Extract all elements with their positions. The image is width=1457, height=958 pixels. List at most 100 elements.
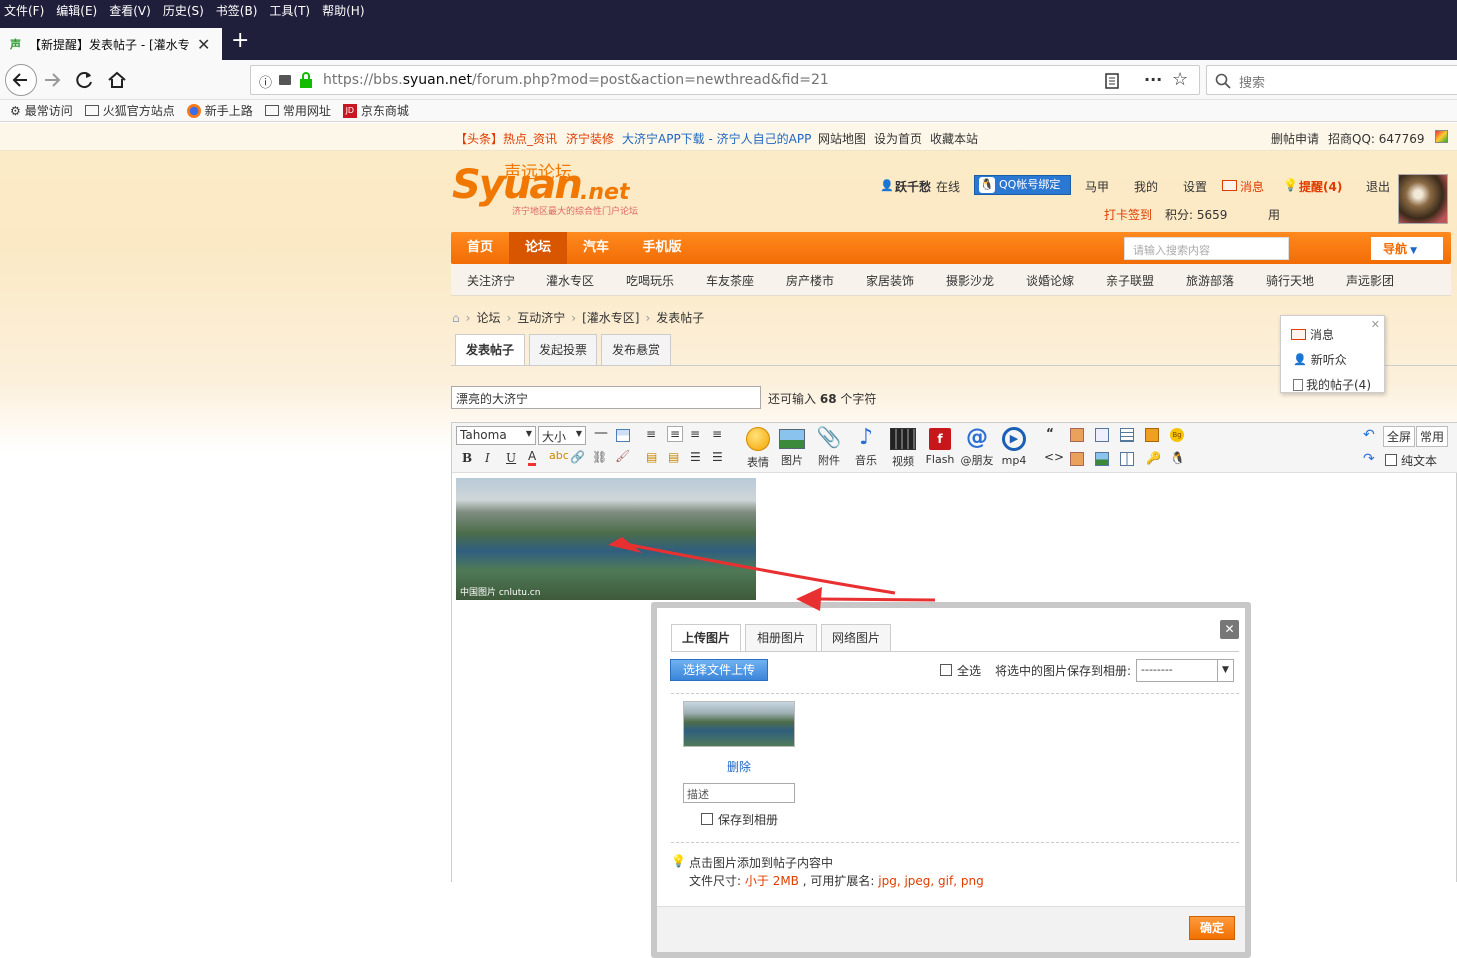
delete-link[interactable]: 删除 [727,758,751,775]
emoji-button[interactable]: 表情 [742,425,774,470]
subnav-item[interactable]: 摄影沙龙 [946,272,994,289]
undo-icon[interactable]: ↶ [1363,427,1375,443]
columns-icon[interactable] [1120,452,1134,466]
user-menu-more[interactable]: 用 [1268,206,1280,223]
mention-button[interactable]: @ @朋友 [959,425,995,468]
breadcrumb-board[interactable]: [灌水专区] [582,309,639,326]
unordered-list-icon[interactable]: ☰ [712,450,723,464]
bookmark-jd[interactable]: JD 京东商城 [342,102,409,119]
my-menu[interactable]: 我的 [1134,178,1158,195]
flash-button[interactable]: f Flash [923,425,957,466]
new-tab-icon[interactable]: + [231,30,249,52]
subnav-item[interactable]: 亲子联盟 [1106,272,1154,289]
subnav-item[interactable]: 旅游部落 [1186,272,1234,289]
bold-icon[interactable]: B [462,451,472,465]
remind-link[interactable]: 提醒(4) [1299,178,1342,195]
free-icon[interactable] [1070,428,1084,442]
avatar[interactable] [1398,174,1448,224]
menu-history[interactable]: 历史(S) [163,2,204,19]
italic-icon[interactable]: I [485,451,490,465]
subnav-item[interactable]: 声远影团 [1346,272,1394,289]
home-icon[interactable]: ⌂ [452,311,460,325]
reload-icon[interactable] [74,70,96,90]
bookmark-most-visited[interactable]: ⚙ 最常访问 [10,102,73,119]
topbar-link-sitemap[interactable]: 网站地图 [818,130,866,147]
nav-forum[interactable]: 论坛 [509,232,567,264]
align-left-icon[interactable]: ≡ [646,427,656,441]
topbar-link-favorite[interactable]: 收藏本站 [930,130,978,147]
username-link[interactable]: 跃千愁 [895,178,931,195]
subnav-item[interactable]: 灌水专区 [546,272,594,289]
size-select[interactable]: 大小 ▼ [538,426,586,445]
subnav-item[interactable]: 吃喝玩乐 [626,272,674,289]
password-icon[interactable]: 🔑 [1146,451,1161,465]
points-menu[interactable]: 积分: 5659 [1165,206,1227,223]
bookmark-common-sites[interactable]: 常用网址 [264,102,331,119]
fullscreen-button[interactable]: 全屏 [1383,426,1416,447]
topbar-link-homepage[interactable]: 设为首页 [874,130,922,147]
video-button[interactable]: 视频 [886,425,920,469]
mp4-button[interactable]: ▶ mp4 [998,425,1030,467]
back-button[interactable] [5,64,37,96]
index-icon[interactable] [1120,428,1134,442]
album-select[interactable]: -------- ▼ [1136,659,1234,682]
hide-icon[interactable] [1070,452,1084,466]
align-right-icon[interactable]: ≡ [690,427,700,441]
page-icon[interactable] [1095,428,1109,442]
breadcrumb-category[interactable]: 互动济宁 [517,309,565,326]
topbar-link-decor[interactable]: 济宁装修 [566,130,614,147]
permissions-icon[interactable] [279,75,291,85]
close-tab-icon[interactable]: ✕ [197,35,210,54]
menu-file[interactable]: 文件(F) [4,2,44,19]
topbar-link-app[interactable]: 大济宁APP下载 - 济宁人自己的APP [622,130,811,147]
tab-new-reward[interactable]: 发布悬赏 [601,334,671,366]
page-actions-icon[interactable]: ··· [1144,70,1162,89]
quick-nav-button[interactable]: 导航 ▼ [1371,237,1443,260]
quote-icon[interactable]: “ [1046,426,1054,440]
hr-icon[interactable]: — [594,425,608,441]
popup-item-messages[interactable]: 消息 [1291,326,1334,343]
table-icon[interactable] [616,429,630,442]
messages-link[interactable]: 消息 [1240,178,1264,195]
breadcrumb-forum[interactable]: 论坛 [476,309,500,326]
bookmark-getting-started[interactable]: 新手上路 [186,102,253,119]
theme-icon[interactable] [1435,130,1448,143]
close-icon[interactable]: ✕ [1220,620,1239,639]
link-icon[interactable]: 🔗 [570,450,585,464]
popup-item-followers[interactable]: 👤 新听众 [1293,351,1347,368]
nav-search-input[interactable]: 请输入搜索内容 [1124,237,1289,260]
reader-view-icon[interactable] [1105,73,1119,89]
menu-view[interactable]: 查看(V) [109,2,151,19]
menu-bookmarks[interactable]: 书签(B) [216,2,258,19]
headline-link[interactable]: 【头条】热点_资讯 [455,130,557,147]
menu-tools[interactable]: 工具(T) [269,2,310,19]
bg-icon[interactable]: Bg [1170,428,1184,442]
home-icon[interactable] [106,69,128,91]
subnav-item[interactable]: 房产楼市 [786,272,834,289]
topbar-delete-request[interactable]: 删帖申请 [1271,130,1319,147]
subnav-item[interactable]: 骑行天地 [1266,272,1314,289]
attachment-button[interactable]: 📎 附件 [813,425,845,468]
url-bar[interactable]: ⓘ https://bbs.syuan.net/forum.php?mod=po… [250,65,1200,95]
redo-icon[interactable]: ↷ [1363,451,1375,467]
bookmark-star-icon[interactable]: ☆ [1172,69,1188,90]
forward-arrow-icon[interactable] [42,70,64,90]
nav-home[interactable]: 首页 [451,232,509,264]
menu-help[interactable]: 帮助(H) [322,2,364,19]
music-button[interactable]: ♪ 音乐 [850,425,882,468]
title-input[interactable]: 漂亮的大济宁 [451,386,761,409]
ok-button[interactable]: 确定 [1189,916,1235,940]
logout-link[interactable]: 退出 [1366,178,1390,195]
subnav-item[interactable]: 关注济宁 [467,272,515,289]
site-logo[interactable]: Syuan .net 声远论坛 济宁地区最大的综合性门户论坛 [452,158,662,218]
save-album-checkbox[interactable] [701,813,713,825]
insert-image-icon[interactable] [1095,452,1109,466]
close-icon[interactable]: ✕ [1371,318,1380,331]
nav-mobile[interactable]: 手机版 [625,232,699,264]
flash-media-icon[interactable] [1145,428,1159,442]
settings-link[interactable]: 设置 [1183,178,1207,195]
popup-item-my-posts[interactable]: 我的帖子(4) [1293,376,1371,393]
plaintext-checkbox[interactable] [1385,454,1397,466]
unlink-icon[interactable]: ⛓ [592,450,607,464]
bookmark-firefox-official[interactable]: 火狐官方站点 [84,102,175,119]
